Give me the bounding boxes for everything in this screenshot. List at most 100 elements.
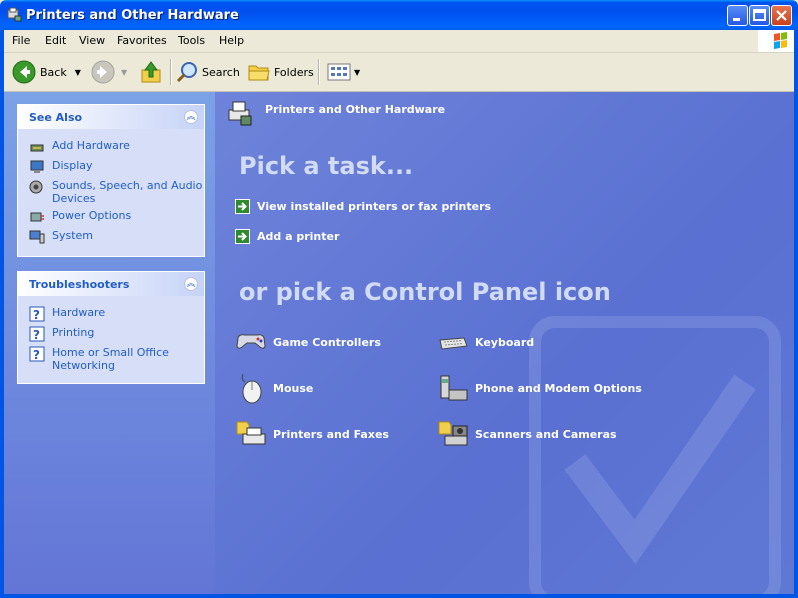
printer-icon [236,421,266,445]
add-hardware-icon [30,144,44,152]
pick-task-heading: Pick a task... [239,152,414,180]
cp-scanners-cameras[interactable]: Scanners and Cameras [437,418,617,450]
see-also-label: Add Hardware [52,139,130,152]
task-pane: See Also ︽ Add Hardware Display Sounds, … [4,92,215,594]
back-label: Back [40,65,67,79]
troubleshooter-printing[interactable]: ? Printing [29,326,94,342]
windows-flag-icon [774,32,787,49]
cp-keyboard[interactable]: Keyboard [437,326,534,358]
keyboard-icon [439,337,468,350]
windows-logo [758,30,798,52]
close-icon [776,10,787,21]
see-also-label: Sounds, Speech, and Audio Devices [52,179,203,205]
views-dropdown-icon[interactable]: ▼ [354,68,360,77]
cp-label: Scanners and Cameras [475,427,617,441]
troubleshooter-label: Hardware [52,306,106,319]
printer-hardware-icon [7,7,22,22]
back-arrow-icon [12,60,36,84]
see-also-power[interactable]: Power Options [29,209,131,225]
folders-icon [248,65,270,81]
printer-hardware-icon [228,101,252,126]
cp-label: Phone and Modem Options [475,381,642,395]
see-also-sounds[interactable]: Sounds, Speech, and Audio Devices [29,179,204,205]
task-view-printers[interactable]: View installed printers or fax printers [235,199,491,214]
see-also-panel: See Also ︽ Add Hardware Display Sounds, … [17,104,205,257]
menu-edit[interactable]: Edit [45,34,66,47]
system-icon [29,230,45,244]
up-folder-button[interactable] [140,59,162,85]
folders-button[interactable]: Folders [248,59,314,85]
sounds-icon [29,180,43,194]
maximize-button[interactable] [749,5,770,26]
views-button[interactable]: ▼ [327,59,360,85]
scanner-icon [438,421,468,446]
menu-view[interactable]: View [79,34,105,47]
see-also-label: Display [52,159,93,172]
svg-text:?: ? [33,308,40,322]
minimize-icon [733,18,740,21]
cp-label: Mouse [273,381,314,395]
up-folder-icon [141,61,161,83]
see-also-display[interactable]: Display [29,159,93,175]
toolbar: Back ▼ ▼ Search Folders ▼ [0,53,798,92]
menu-favorites[interactable]: Favorites [117,34,167,47]
category-title: Printers and Other Hardware [265,103,446,116]
menu-file[interactable]: File [12,34,30,47]
explorer-window: Printers and Other Hardware File Edit Vi… [0,0,798,598]
see-also-add-hardware[interactable]: Add Hardware [29,139,130,155]
see-also-label: System [52,229,94,242]
close-button[interactable] [771,5,792,26]
maximize-icon [753,9,766,21]
cp-label: Game Controllers [273,335,381,349]
see-also-label: Power Options [52,209,132,222]
help-icon: ? [29,306,45,322]
troubleshooters-title: Troubleshooters [29,278,130,291]
see-also-title: See Also [29,111,83,124]
task-arrow-icon [235,199,250,214]
help-icon: ? [29,346,45,362]
task-label: Add a printer [257,230,340,243]
troubleshooter-label: Printing [52,326,95,339]
see-also-system[interactable]: System [29,229,93,245]
svg-text:?: ? [33,328,40,342]
task-add-printer[interactable]: Add a printer [235,229,339,244]
troubleshooters-panel: Troubleshooters ︽ ? Hardware ? Printing … [17,271,205,384]
forward-arrow-icon [91,60,115,84]
troubleshooter-hardware[interactable]: ? Hardware [29,306,105,322]
troubleshooter-networking[interactable]: ? Home or Small Office Networking [29,346,179,372]
power-icon [30,212,44,222]
troubleshooters-header[interactable]: Troubleshooters ︽ [18,272,204,296]
back-dropdown-icon[interactable]: ▼ [75,68,81,77]
window-title: Printers and Other Hardware [26,8,239,23]
folders-label: Folders [274,65,314,79]
cp-phone-modem[interactable]: Phone and Modem Options [437,372,642,404]
forward-button[interactable]: ▼ [91,59,127,85]
mouse-icon [241,373,262,404]
menu-tools[interactable]: Tools [178,34,205,47]
views-grid-icon [327,63,351,81]
minimize-button[interactable] [727,5,748,26]
display-icon [30,160,44,173]
task-label: View installed printers or fax printers [257,200,492,213]
search-icon [176,62,197,83]
menu-bar: File Edit View Favorites Tools Help [0,30,798,53]
task-arrow-icon [235,229,250,244]
collapse-chevron-icon[interactable]: ︽ [184,277,198,291]
cp-printers-faxes[interactable]: Printers and Faxes [235,418,389,450]
search-label: Search [202,65,240,79]
back-button[interactable]: Back ▼ [12,59,81,85]
svg-text:?: ? [33,348,40,362]
help-icon: ? [29,326,45,342]
cp-label: Keyboard [475,335,535,349]
cp-mouse[interactable]: Mouse [235,372,313,404]
search-button[interactable]: Search [176,59,240,85]
category-header: Printers and Other Hardware [215,92,794,126]
cp-game-controllers[interactable]: Game Controllers [235,326,381,358]
menu-help[interactable]: Help [219,34,244,47]
title-bar[interactable]: Printers and Other Hardware [0,0,798,30]
cp-label: Printers and Faxes [273,427,389,441]
collapse-chevron-icon[interactable]: ︽ [184,110,198,124]
see-also-header[interactable]: See Also ︽ [18,105,204,129]
forward-dropdown-icon[interactable]: ▼ [121,68,127,77]
phone-modem-icon [440,375,468,401]
